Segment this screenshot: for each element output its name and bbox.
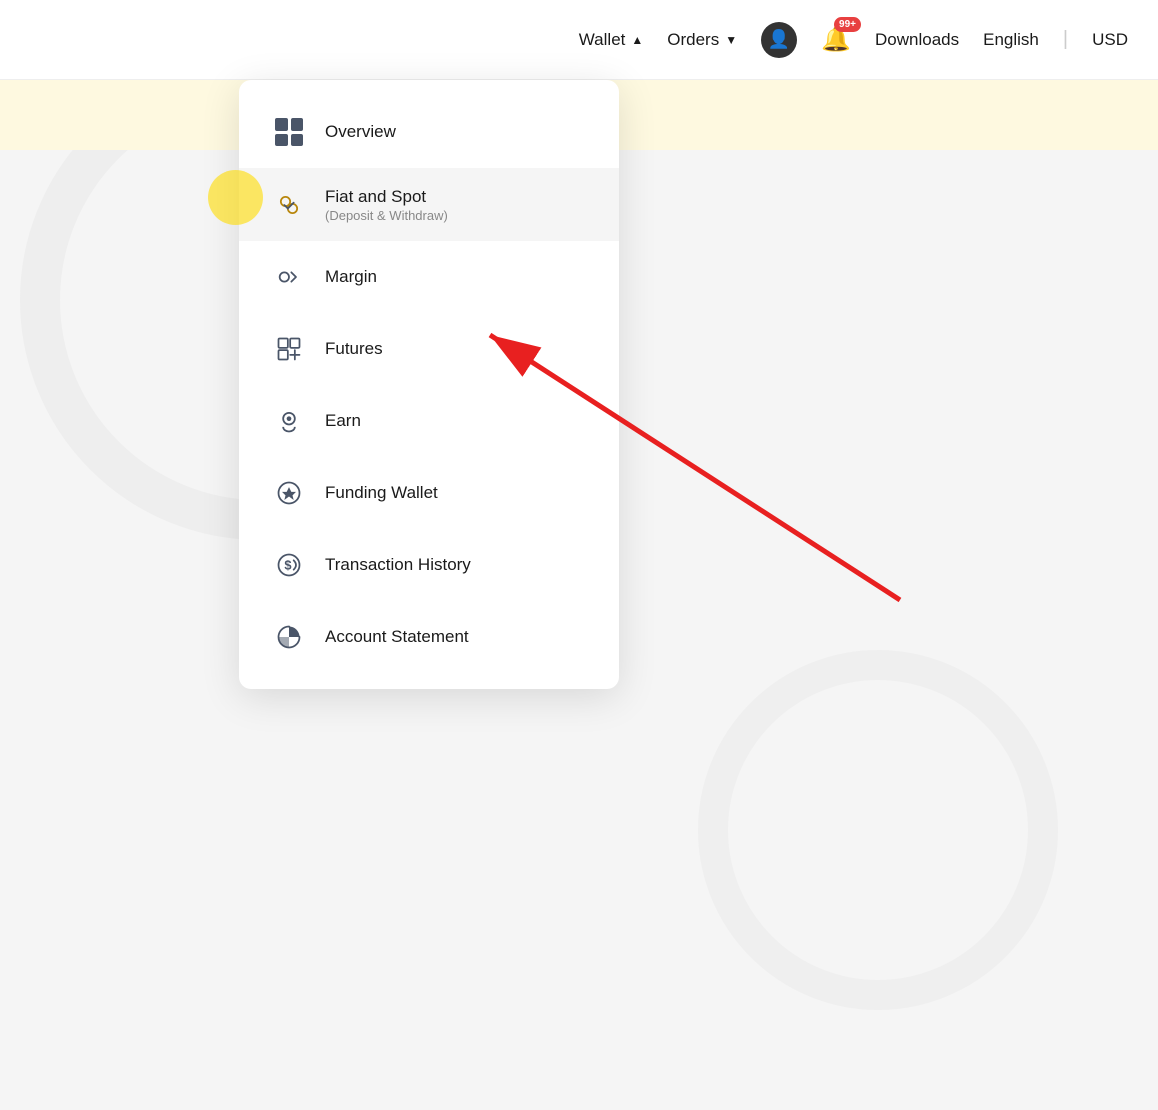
wallet-dropdown-menu: Overview Fiat and Spot (Deposit & Withdr… (239, 80, 619, 689)
menu-item-earn[interactable]: Earn (239, 385, 619, 457)
fiat-spot-icon (271, 187, 307, 223)
menu-item-overview[interactable]: Overview (239, 96, 619, 168)
wallet-label: Wallet (579, 30, 626, 50)
menu-item-futures[interactable]: Futures (239, 313, 619, 385)
transaction-history-label: Transaction History (325, 554, 471, 576)
earn-icon (271, 403, 307, 439)
futures-label: Futures (325, 338, 383, 360)
funding-wallet-icon (271, 475, 307, 511)
usd-label[interactable]: USD (1092, 30, 1128, 50)
wallet-arrow-icon: ▲ (631, 33, 643, 47)
wallet-nav-item[interactable]: Wallet ▲ (579, 30, 644, 50)
margin-icon (271, 259, 307, 295)
user-avatar[interactable]: 👤 (761, 22, 797, 58)
futures-icon (271, 331, 307, 367)
separator: | (1063, 28, 1068, 51)
account-statement-icon (271, 619, 307, 655)
funding-wallet-label: Funding Wallet (325, 482, 438, 504)
earn-label: Earn (325, 410, 361, 432)
english-label[interactable]: English (983, 30, 1039, 50)
avatar-icon: 👤 (768, 29, 790, 50)
fiat-spot-text: Fiat and Spot (Deposit & Withdraw) (325, 186, 448, 223)
notification-badge: 99+ (834, 17, 861, 32)
notification-bell-wrapper[interactable]: 🔔 99+ (821, 25, 851, 54)
orders-arrow-icon: ▼ (725, 33, 737, 47)
overview-icon (271, 114, 307, 150)
menu-item-margin[interactable]: Margin (239, 241, 619, 313)
orders-label: Orders (667, 30, 719, 50)
navbar: Wallet ▲ Orders ▼ 👤 🔔 99+ Downloads Engl… (0, 0, 1158, 80)
menu-item-account-statement[interactable]: Account Statement (239, 601, 619, 673)
margin-label: Margin (325, 266, 377, 288)
transaction-history-icon: $ (271, 547, 307, 583)
wallet-dropdown-overlay: Overview Fiat and Spot (Deposit & Withdr… (239, 80, 619, 689)
nav-items: Wallet ▲ Orders ▼ 👤 🔔 99+ Downloads Engl… (579, 22, 1128, 58)
menu-item-transaction-history[interactable]: $ Transaction History (239, 529, 619, 601)
menu-item-funding-wallet[interactable]: Funding Wallet (239, 457, 619, 529)
downloads-label[interactable]: Downloads (875, 30, 959, 50)
overview-label: Overview (325, 121, 396, 143)
menu-item-fiat-and-spot[interactable]: Fiat and Spot (Deposit & Withdraw) (239, 168, 619, 241)
orders-nav-item[interactable]: Orders ▼ (667, 30, 737, 50)
account-statement-label: Account Statement (325, 626, 469, 648)
svg-text:$: $ (284, 558, 291, 573)
